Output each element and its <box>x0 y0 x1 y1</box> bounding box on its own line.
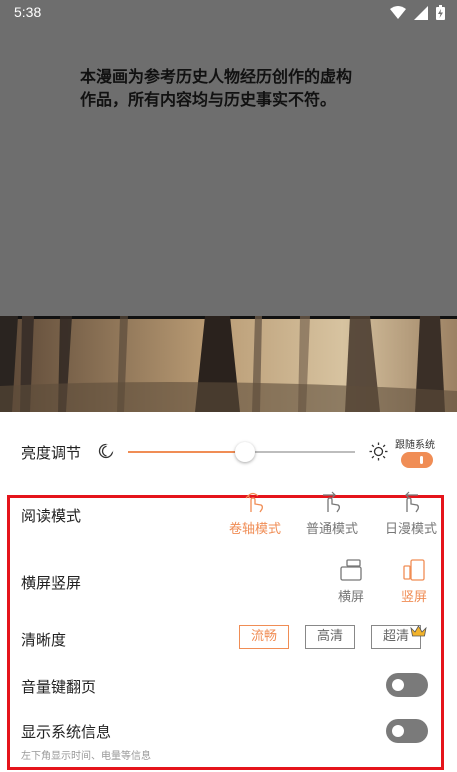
volume-page-toggle-knob <box>392 679 404 691</box>
portrait-icon <box>403 559 425 581</box>
status-bar: 5:38 <box>0 0 457 26</box>
volume-page-toggle[interactable] <box>386 673 428 697</box>
system-info-description: 左下角显示时间、电量等信息 <box>21 751 151 762</box>
status-icons <box>390 5 445 20</box>
system-info-label: 显示系统信息 <box>21 723 112 741</box>
disclaimer-text: 本漫画为参考历史人物经历创作的虚构 作品，所有内容均与历史事实不符。 <box>80 65 400 111</box>
reading-mode-japanese-label: 日漫模式 <box>384 522 437 537</box>
orientation-portrait-label: 竖屏 <box>400 590 427 605</box>
forest-illustration <box>0 316 457 412</box>
follow-system-label: 跟随系统 <box>395 440 435 451</box>
brightness-label: 亮度调节 <box>21 444 82 462</box>
quality-label: 清晰度 <box>21 631 67 649</box>
swipe-back-hand-icon <box>405 491 419 513</box>
brightness-slider-thumb[interactable] <box>234 442 255 462</box>
reading-mode-normal[interactable]: 普通模式 <box>303 490 361 537</box>
follow-system-toggle[interactable] <box>401 452 433 468</box>
wifi-icon <box>390 5 406 19</box>
disclaimer-line-2: 作品，所有内容均与历史事实不符。 <box>80 90 337 109</box>
status-time: 5:38 <box>14 4 42 20</box>
signal-icon <box>414 5 428 20</box>
comic-artwork <box>0 316 457 412</box>
orientation-landscape-label: 横屏 <box>337 590 364 605</box>
system-info-toggle[interactable] <box>386 719 428 743</box>
follow-system-toggle-knob <box>420 456 423 464</box>
swipe-hand-icon <box>323 491 340 513</box>
landscape-icon <box>340 559 362 581</box>
crown-icon <box>410 625 427 637</box>
quality-hd-button[interactable]: 高清 <box>305 625 355 649</box>
quality-smooth-button[interactable]: 流畅 <box>239 625 289 649</box>
sun-icon <box>369 442 388 461</box>
orientation-label: 横屏竖屏 <box>21 574 82 592</box>
battery-icon <box>436 5 445 20</box>
volume-page-label: 音量键翻页 <box>21 678 97 696</box>
reading-mode-label: 阅读模式 <box>21 507 82 525</box>
system-info-toggle-knob <box>392 725 404 737</box>
brightness-slider-fill <box>128 451 242 453</box>
reading-mode-normal-label: 普通模式 <box>305 522 358 537</box>
orientation-portrait[interactable]: 竖屏 <box>394 558 434 605</box>
orientation-landscape[interactable]: 横屏 <box>331 558 371 605</box>
reading-mode-scroll-label: 卷轴模式 <box>228 522 281 537</box>
disclaimer-line-1: 本漫画为参考历史人物经历创作的虚构 <box>80 67 353 86</box>
moon-icon <box>98 443 114 459</box>
brightness-slider[interactable] <box>128 441 355 463</box>
reading-mode-scroll[interactable]: 卷轴模式 <box>226 490 284 537</box>
reading-mode-japanese[interactable]: 日漫模式 <box>382 490 440 537</box>
scroll-hand-icon <box>245 492 263 513</box>
comic-viewer[interactable]: 本漫画为参考历史人物经历创作的虚构 作品，所有内容均与历史事实不符。 <box>0 26 457 316</box>
